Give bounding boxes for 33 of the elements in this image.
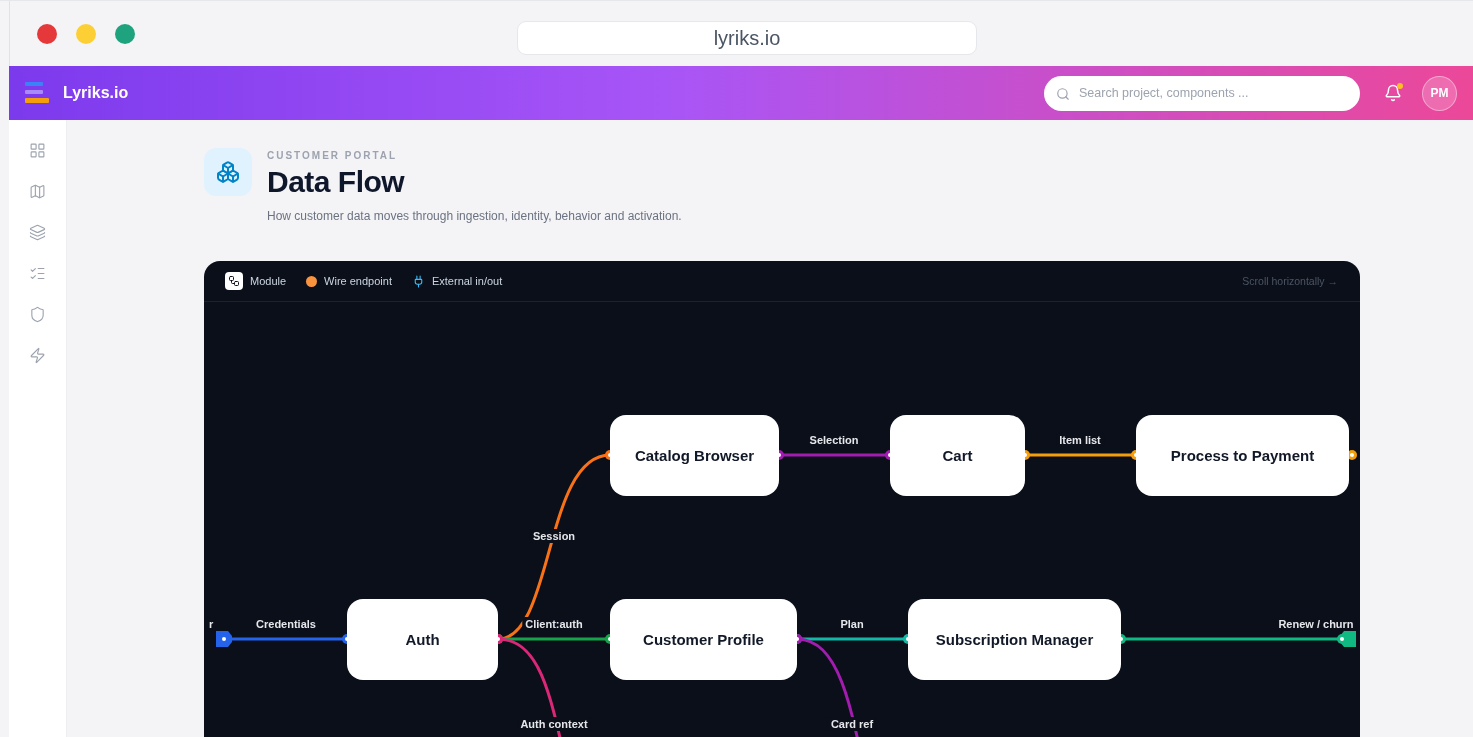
- logo-icon: [25, 82, 49, 104]
- lightning-nav-button[interactable]: [29, 347, 46, 364]
- wire-label: Client:auth: [522, 617, 586, 631]
- maximize-light[interactable]: [115, 23, 135, 44]
- section-eyebrow: CUSTOMER PORTAL: [267, 150, 399, 161]
- module-node[interactable]: Subscription Manager: [908, 599, 1121, 680]
- module-node[interactable]: Customer Profile: [610, 599, 797, 680]
- page-subtitle: How customer data moves through ingestion, identity, behavior and activation.: [267, 209, 682, 223]
- grid-nav-button[interactable]: [29, 142, 46, 159]
- close-light[interactable]: [37, 23, 57, 44]
- legend-label: External in/out: [431, 275, 503, 287]
- wire-label: Credentials: [253, 617, 319, 631]
- wire-label: Auth context: [517, 717, 591, 731]
- search-field[interactable]: Search project, components ...: [1044, 75, 1360, 111]
- checklist-nav-button[interactable]: [29, 265, 46, 282]
- page-title: Data Flow: [267, 165, 406, 199]
- map-nav-button[interactable]: [29, 183, 46, 200]
- search-icon: [1056, 86, 1070, 101]
- shield-nav-button[interactable]: [29, 306, 46, 323]
- minimize-light[interactable]: [76, 23, 96, 44]
- layers-nav-button[interactable]: [29, 224, 46, 241]
- module-node[interactable]: Process to Payment: [1136, 415, 1349, 496]
- module-node[interactable]: Cart: [890, 415, 1025, 496]
- scroll-hint: Scroll horizontally →: [1242, 275, 1338, 287]
- legend-label: Module: [250, 275, 287, 287]
- legend-label: Wire endpoint: [324, 275, 392, 287]
- boxes-icon: [204, 148, 252, 196]
- module-icon: [225, 272, 243, 290]
- module-node[interactable]: Auth: [347, 599, 498, 680]
- module-node[interactable]: Catalog Browser: [610, 415, 779, 496]
- endpoint-dot-icon: [306, 275, 318, 287]
- address-bar[interactable]: lyriks.io: [517, 21, 977, 55]
- brand-name: Lyriks.io: [63, 84, 129, 102]
